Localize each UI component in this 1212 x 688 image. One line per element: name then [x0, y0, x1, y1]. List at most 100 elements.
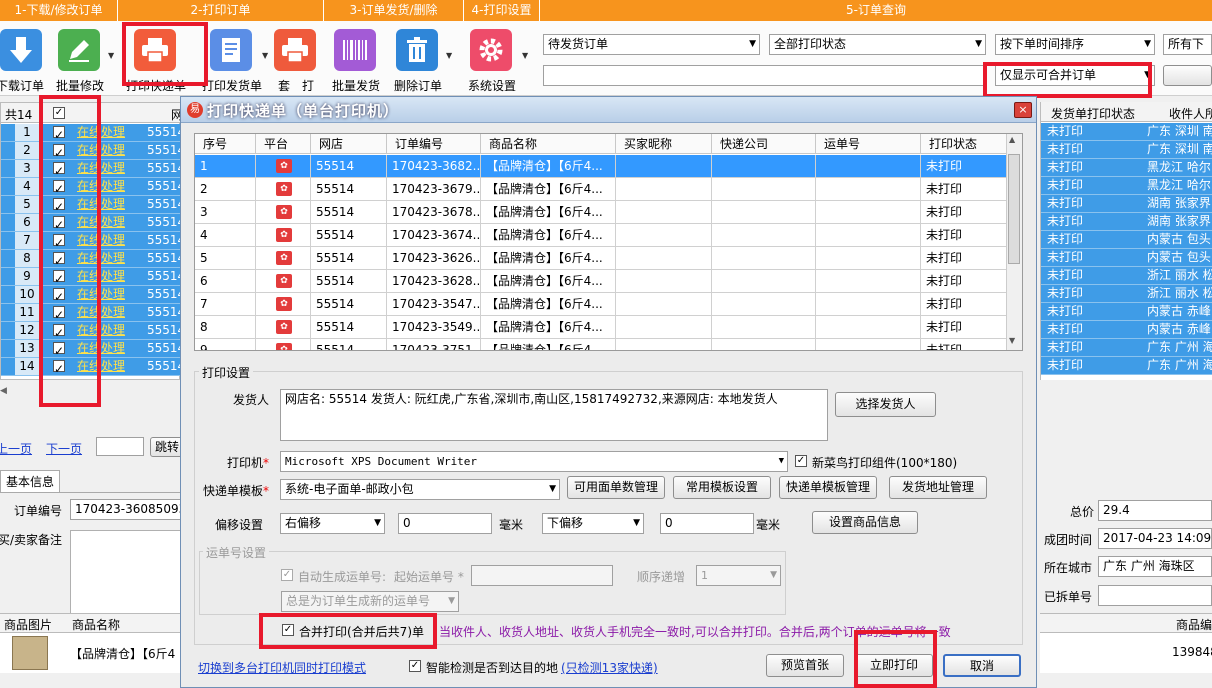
scroll-up-icon[interactable]: ▲ [1009, 135, 1015, 144]
common-template-button[interactable]: 常用模板设置 [673, 476, 771, 499]
jump-button[interactable]: 跳转 [150, 437, 184, 457]
template-management-button[interactable]: 快递单模板管理 [779, 476, 877, 499]
vertical-scrollbar[interactable]: ▲ ▼ [1006, 134, 1022, 350]
table-row[interactable]: 未打印 浙江 丽水 松 [1041, 285, 1212, 303]
template-select[interactable]: 系统-电子面单-邮政小包 ▼ [280, 479, 560, 500]
close-button[interactable]: × [1014, 102, 1032, 118]
process-link[interactable]: 处理 [101, 340, 125, 357]
split-field[interactable] [1098, 585, 1212, 606]
chevron-left-icon[interactable]: ◀ [0, 386, 7, 396]
delete-order-button[interactable]: 删除订单 [394, 27, 442, 93]
switch-mode-link[interactable]: 切换到多台打印机同时打印模式 [198, 659, 366, 676]
process-link[interactable]: 处理 [101, 322, 125, 339]
print-status-select[interactable]: 全部打印状态 ▼ [769, 34, 986, 55]
table-row[interactable]: 未打印 湖南 张家界 [1041, 195, 1212, 213]
section-ship[interactable]: 3-订单发货/删除 [324, 0, 464, 21]
column-header[interactable]: 商品名称 [481, 134, 616, 154]
scroll-down-icon[interactable]: ▼ [1009, 336, 1015, 345]
column-header[interactable]: 网店 [311, 134, 387, 154]
process-link[interactable]: 处理 [101, 250, 125, 267]
printer-select[interactable]: Microsoft XPS Document Writer ▼ [280, 451, 788, 472]
table-row[interactable]: 未打印 内蒙古 赤峰 [1041, 321, 1212, 339]
order-no-field[interactable]: 170423-36085093 [70, 499, 182, 520]
process-link[interactable]: 处理 [101, 160, 125, 177]
scrollbar-thumb[interactable] [1008, 154, 1020, 264]
total-field[interactable]: 29.4 [1098, 500, 1212, 521]
section-query[interactable]: 5-订单查询 [540, 0, 1212, 21]
combo-print-button[interactable]: 套 打 [274, 27, 318, 93]
process-link[interactable]: 处理 [101, 196, 125, 213]
offset-h-input[interactable]: 0 [398, 513, 492, 534]
print-invoice-button[interactable]: 打印发货单 [202, 27, 262, 93]
process-link[interactable]: 处理 [101, 304, 125, 321]
sort-select[interactable]: 按下单时间排序 ▼ [995, 34, 1155, 55]
process-link[interactable]: 处理 [101, 286, 125, 303]
column-header[interactable]: 运单号 [816, 134, 921, 154]
table-row[interactable]: 未打印 浙江 丽水 松 [1041, 267, 1212, 285]
prev-page-link[interactable]: 上一页 [0, 440, 32, 457]
start-no-input[interactable] [471, 565, 613, 586]
table-row[interactable]: 未打印 湖南 张家界 [1041, 213, 1212, 231]
tab-basic-info[interactable]: 基本信息 [0, 470, 60, 492]
download-orders-button[interactable]: 下载订单 [0, 27, 44, 93]
quota-management-button[interactable]: 可用面单数管理 [567, 476, 665, 499]
goods-info-button[interactable]: 设置商品信息 [812, 511, 918, 534]
city-field[interactable]: 广东 广州 海珠区 [1098, 556, 1212, 577]
process-link[interactable]: 处理 [101, 178, 125, 195]
search-input[interactable] [543, 65, 986, 86]
choose-sender-button[interactable]: 选择发货人 [835, 392, 936, 417]
table-row[interactable]: 8 ✿ 55514 170423-3549... 【品牌清仓】【6斤4... 未打印 [195, 316, 1007, 339]
always-new-select[interactable]: 总是为订单生成新的运单号 ▼ [281, 591, 459, 612]
table-row[interactable]: 5 ✿ 55514 170423-3626... 【品牌清仓】【6斤4... 未打印 [195, 247, 1007, 270]
column-header[interactable]: 买家昵称 [616, 134, 712, 154]
column-header[interactable]: 平台 [256, 134, 311, 154]
cainiao-checkbox[interactable]: ✓ [795, 455, 807, 467]
table-row[interactable]: 未打印 广东 广州 海 [1041, 339, 1212, 357]
table-row[interactable]: 未打印 广东 广州 海 [1041, 357, 1212, 375]
process-link[interactable]: 处理 [101, 124, 125, 141]
offset-v-input[interactable]: 0 [660, 513, 754, 534]
process-link[interactable]: 处理 [101, 232, 125, 249]
chevron-down-icon[interactable]: ▼ [262, 51, 268, 60]
system-settings-button[interactable]: 系统设置 [468, 27, 516, 93]
process-link[interactable]: 处理 [101, 142, 125, 159]
query-button[interactable] [1163, 65, 1212, 86]
checked-count-link[interactable]: (只检测13家快递) [561, 659, 658, 676]
table-row[interactable]: 未打印 内蒙古 赤峰 [1041, 303, 1212, 321]
sender-field[interactable]: 网店名: 55514 发货人: 阮红虎,广东省,深圳市,南山区,15817492… [280, 389, 828, 441]
column-header[interactable]: 打印状态 [921, 134, 1007, 154]
table-row[interactable]: 1 ✿ 55514 170423-3682... 【品牌清仓】【6斤4... 未打印 [195, 155, 1007, 178]
next-page-link[interactable]: 下一页 [46, 440, 82, 457]
batch-edit-button[interactable]: 批量修改 [56, 27, 104, 93]
table-row[interactable]: 未打印 内蒙古 包头 [1041, 249, 1212, 267]
all-orders-select[interactable]: 所有下 [1163, 34, 1212, 55]
offset-h-select[interactable]: 右偏移 ▼ [280, 513, 385, 534]
page-input[interactable] [96, 437, 144, 456]
smart-check-checkbox[interactable]: ✓ [409, 660, 421, 672]
table-row[interactable]: 2 ✿ 55514 170423-3679... 【品牌清仓】【6斤4... 未打印 [195, 178, 1007, 201]
table-row[interactable]: 6 ✿ 55514 170423-3628... 【品牌清仓】【6斤4... 未打印 [195, 270, 1007, 293]
auto-gen-checkbox[interactable]: ✓ [281, 569, 293, 581]
ship-address-button[interactable]: 发货地址管理 [889, 476, 987, 499]
column-header[interactable]: 订单编号 [387, 134, 481, 154]
batch-ship-button[interactable]: 批量发货 [332, 27, 380, 93]
done-time-field[interactable]: 2017-04-23 14:09:3 [1098, 528, 1212, 549]
item-row[interactable]: 【品牌清仓】【6斤4 [0, 633, 180, 673]
chevron-down-icon[interactable]: ▼ [446, 51, 452, 60]
offset-v-select[interactable]: 下偏移 ▼ [542, 513, 644, 534]
table-row[interactable]: 4 ✿ 55514 170423-3674... 【品牌清仓】【6斤4... 未打印 [195, 224, 1007, 247]
section-print[interactable]: 2-打印订单 [118, 0, 324, 21]
chevron-down-icon[interactable]: ▼ [522, 51, 528, 60]
table-row[interactable]: 未打印 黑龙江 哈尔 [1041, 159, 1212, 177]
table-row[interactable]: 7 ✿ 55514 170423-3547... 【品牌清仓】【6斤4... 未打印 [195, 293, 1007, 316]
note-field[interactable] [70, 530, 182, 614]
table-row[interactable]: 3 ✿ 55514 170423-3678... 【品牌清仓】【6斤4... 未打印 [195, 201, 1007, 224]
process-link[interactable]: 处理 [101, 358, 125, 375]
table-row[interactable]: 未打印 黑龙江 哈尔 [1041, 177, 1212, 195]
preview-button[interactable]: 预览首张 [766, 654, 844, 677]
cancel-button[interactable]: 取消 [943, 654, 1021, 677]
table-row[interactable]: 未打印 广东 深圳 南 [1041, 141, 1212, 159]
process-link[interactable]: 处理 [101, 214, 125, 231]
seq-inc-select[interactable]: 1 ▼ [696, 565, 781, 586]
column-header[interactable]: 快递公司 [712, 134, 816, 154]
